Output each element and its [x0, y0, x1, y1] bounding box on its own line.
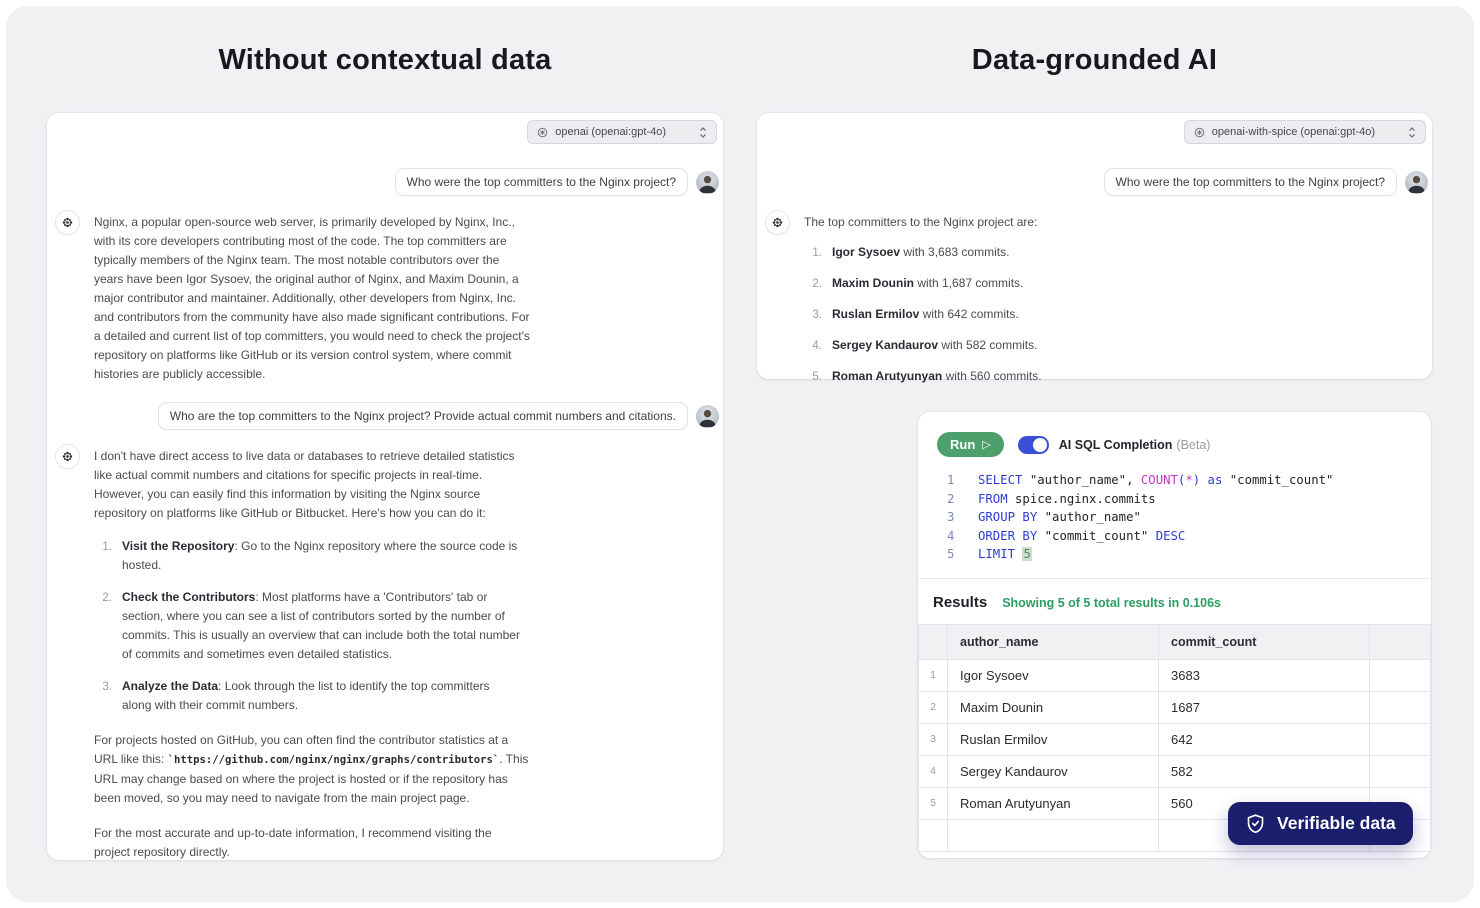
commit-count-cell: 642 — [1159, 723, 1370, 755]
ai-message-row: I don't have direct access to live data … — [47, 444, 723, 862]
row-number-cell: 1 — [919, 659, 948, 691]
author-name-cell: Igor Sysoev — [948, 659, 1159, 691]
ai-message-text: I don't have direct access to live data … — [94, 444, 530, 862]
model-icon — [537, 127, 548, 138]
empty-cell — [1370, 691, 1431, 723]
row-number-cell: 3 — [919, 723, 948, 755]
sql-toolbar: Run▷ AI SQL Completion (Beta) — [918, 412, 1431, 457]
ai-message-outro: For the most accurate and up-to-date inf… — [94, 824, 530, 862]
model-selector-right[interactable]: openai-with-spice (openai:gpt-4o) — [1184, 120, 1426, 144]
ai-message-intro: I don't have direct access to live data … — [94, 447, 530, 523]
row-number-cell: 4 — [919, 755, 948, 787]
toggle-beta-tag: (Beta) — [1176, 438, 1210, 452]
row-number-cell — [919, 819, 948, 851]
model-selector-label: openai (openai:gpt-4o) — [555, 126, 666, 138]
right-chat-card: openai-with-spice (openai:gpt-4o) Who we… — [757, 113, 1432, 379]
github-url-paragraph: For projects hosted on GitHub, you can o… — [94, 731, 530, 808]
inline-code-url: `https://github.com/nginx/nginx/graphs/c… — [168, 754, 500, 766]
numbered-step-list: 1.Visit the Repository: Go to the Nginx … — [94, 537, 530, 715]
column-header: commit_count — [1159, 624, 1370, 659]
results-status: Showing 5 of 5 total results in 0.106s — [1002, 596, 1221, 610]
results-table-header: author_namecommit_count — [919, 624, 1431, 659]
list-item: 2.Check the Contributors: Most platforms… — [98, 588, 530, 664]
code-line: 3GROUP BY "author_name" — [918, 508, 1431, 527]
user-avatar — [696, 171, 719, 194]
user-message-bubble: Who are the top committers to the Nginx … — [158, 402, 688, 430]
list-item: 4.Sergey Kandaurov with 582 commits. — [808, 336, 1240, 356]
column-header: author_name — [948, 624, 1159, 659]
ai-message-intro: The top committers to the Nginx project … — [804, 213, 1240, 232]
model-selector-left[interactable]: openai (openai:gpt-4o) — [527, 120, 717, 144]
commit-count-cell: 3683 — [1159, 659, 1370, 691]
table-row: 3Ruslan Ermilov642 — [919, 723, 1431, 755]
toggle-label: AI SQL Completion — [1059, 438, 1173, 452]
sql-editor-card: Run▷ AI SQL Completion (Beta) 1SELECT "a… — [918, 412, 1431, 858]
user-message-bubble: Who were the top committers to the Nginx… — [1104, 168, 1397, 196]
results-heading: Results — [933, 594, 987, 611]
shield-check-icon — [1245, 813, 1266, 834]
row-number-header — [919, 624, 948, 659]
left-chat-card: openai (openai:gpt-4o) Who were the top … — [47, 113, 723, 860]
row-number-cell: 2 — [919, 691, 948, 723]
ai-message-text: Nginx, a popular open-source web server,… — [94, 210, 530, 384]
list-item: 3.Ruslan Ermilov with 642 commits. — [808, 305, 1240, 325]
author-name-cell: Sergey Kandaurov — [948, 755, 1159, 787]
right-column-title: Data-grounded AI — [757, 44, 1432, 77]
list-item: 5.Roman Arutyunyan with 560 commits. — [808, 367, 1240, 387]
ai-bot-icon — [765, 210, 790, 235]
list-item: 1.Visit the Repository: Go to the Nginx … — [98, 537, 530, 575]
ai-bot-icon — [55, 210, 80, 235]
play-icon: ▷ — [982, 438, 990, 451]
model-icon — [1194, 127, 1205, 138]
user-message-row: Who were the top committers to the Nginx… — [47, 168, 723, 196]
user-message-row: Who are the top committers to the Nginx … — [47, 402, 723, 430]
author-name-cell: Ruslan Ermilov — [948, 723, 1159, 755]
sql-code-editor[interactable]: 1SELECT "author_name", COUNT(*) as "comm… — [918, 471, 1431, 564]
table-row: 4Sergey Kandaurov582 — [919, 755, 1431, 787]
user-avatar — [1405, 171, 1428, 194]
empty-cell — [1370, 755, 1431, 787]
verifiable-data-badge: Verifiable data — [1228, 802, 1413, 845]
list-item: 2.Maxim Dounin with 1,687 commits. — [808, 274, 1240, 294]
ai-bot-icon — [55, 444, 80, 469]
user-message-row: Who were the top committers to the Nginx… — [757, 168, 1432, 196]
chevron-updown-icon — [1408, 126, 1416, 139]
code-line: 5LIMIT 5 — [918, 545, 1431, 564]
toggle-knob — [1033, 438, 1047, 452]
author-name-cell: Maxim Dounin — [948, 691, 1159, 723]
ai-message-row: Nginx, a popular open-source web server,… — [47, 210, 723, 384]
row-number-cell: 5 — [919, 787, 948, 819]
results-bar: Results Showing 5 of 5 total results in … — [918, 579, 1431, 624]
user-avatar — [696, 405, 719, 428]
table-row: 2Maxim Dounin1687 — [919, 691, 1431, 723]
code-line: 4ORDER BY "commit_count" DESC — [918, 527, 1431, 546]
empty-cell — [1370, 723, 1431, 755]
empty-cell — [1370, 659, 1431, 691]
left-column-title: Without contextual data — [47, 44, 723, 77]
author-name-cell — [948, 819, 1159, 851]
code-line: 1SELECT "author_name", COUNT(*) as "comm… — [918, 471, 1431, 490]
table-row: 1Igor Sysoev3683 — [919, 659, 1431, 691]
commit-count-cell: 582 — [1159, 755, 1370, 787]
run-button[interactable]: Run▷ — [937, 432, 1004, 457]
commit-count-cell: 1687 — [1159, 691, 1370, 723]
code-line: 2FROM spice.nginx.commits — [918, 490, 1431, 509]
model-selector-label: openai-with-spice (openai:gpt-4o) — [1212, 126, 1375, 138]
badge-label: Verifiable data — [1277, 813, 1396, 834]
ai-message-text: The top committers to the Nginx project … — [804, 210, 1240, 387]
chevron-updown-icon — [699, 126, 707, 139]
list-item: 3.Analyze the Data: Look through the lis… — [98, 677, 530, 715]
ai-sql-completion-toggle[interactable] — [1018, 436, 1049, 454]
author-name-cell: Roman Arutyunyan — [948, 787, 1159, 819]
committer-list: 1.Igor Sysoev with 3,683 commits. 2.Maxim… — [804, 243, 1240, 387]
ai-message-row: The top committers to the Nginx project … — [757, 210, 1432, 387]
user-message-bubble: Who were the top committers to the Nginx… — [395, 168, 688, 196]
list-item: 1.Igor Sysoev with 3,683 commits. — [808, 243, 1240, 263]
empty-column-header — [1370, 624, 1431, 659]
